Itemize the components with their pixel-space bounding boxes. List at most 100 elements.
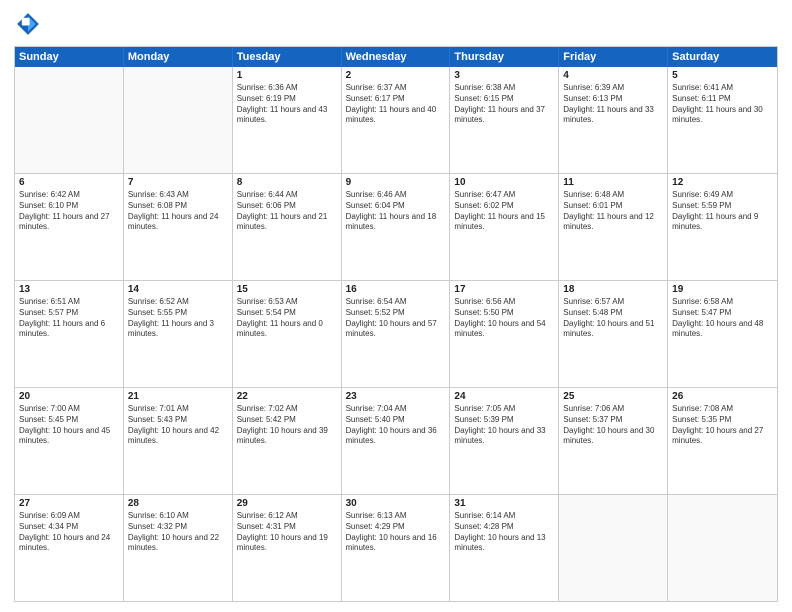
- day-number: 15: [237, 284, 337, 295]
- day-number: 9: [346, 177, 446, 188]
- day-number: 23: [346, 391, 446, 402]
- day-header-thursday: Thursday: [450, 47, 559, 67]
- day-header-sunday: Sunday: [15, 47, 124, 67]
- week-row-1: 1 Sunrise: 6:36 AM Sunset: 6:19 PM Daylig…: [15, 67, 777, 174]
- week-row-3: 13 Sunrise: 6:51 AM Sunset: 5:57 PM Dayli…: [15, 281, 777, 388]
- day-info: Sunrise: 6:51 AM Sunset: 5:57 PM Dayligh…: [19, 297, 119, 340]
- day-cell-16: 16Sunrise: 6:54 AM Sunset: 5:52 PM Dayli…: [342, 281, 451, 387]
- day-info: Sunrise: 6:56 AM Sunset: 5:50 PM Dayligh…: [454, 297, 554, 340]
- day-info: Sunrise: 7:04 AM Sunset: 5:40 PM Dayligh…: [346, 404, 446, 447]
- day-number: 11: [563, 177, 663, 188]
- day-number: 24: [454, 391, 554, 402]
- day-info: Sunrise: 7:01 AM Sunset: 5:43 PM Dayligh…: [128, 404, 228, 447]
- logo: [14, 10, 44, 38]
- day-number: 1: [237, 70, 337, 81]
- day-cell-20: 20 Sunrise: 7:00 AM Sunset: 5:45 PM Dayli…: [15, 388, 124, 494]
- day-info: Sunrise: 6:53 AM Sunset: 5:54 PM Dayligh…: [237, 297, 337, 340]
- day-number: 18: [563, 284, 663, 295]
- calendar: SundayMondayTuesdayWednesdayThursdayFrid…: [14, 46, 778, 602]
- day-cell-31: 31 Sunrise: 6:14 AM Sunset: 4:28 PM Dayli…: [450, 495, 559, 601]
- day-cell-26: 26 Sunrise: 7:08 AM Sunset: 5:35 PM Dayli…: [668, 388, 777, 494]
- logo-icon: [14, 10, 42, 38]
- day-info: Sunrise: 6:57 AM Sunset: 5:48 PM Dayligh…: [563, 297, 663, 340]
- day-info: Sunrise: 7:06 AM Sunset: 5:37 PM Dayligh…: [563, 404, 663, 447]
- day-cell-14: 14 Sunrise: 6:52 AM Sunset: 5:55 PM Dayli…: [124, 281, 233, 387]
- day-info: Sunrise: 6:41 AM Sunset: 6:11 PM Dayligh…: [672, 83, 773, 126]
- day-cell-22: 22 Sunrise: 7:02 AM Sunset: 5:42 PM Dayli…: [233, 388, 342, 494]
- day-info: Sunrise: 6:43 AM Sunset: 6:08 PM Dayligh…: [128, 190, 228, 233]
- day-info: Sunrise: 6:14 AM Sunset: 4:28 PM Dayligh…: [454, 511, 554, 554]
- day-info: Sunrise: 6:12 AM Sunset: 4:31 PM Dayligh…: [237, 511, 337, 554]
- day-cell-30: 30Sunrise: 6:13 AM Sunset: 4:29 PM Dayli…: [342, 495, 451, 601]
- day-cell-5: 5 Sunrise: 6:41 AM Sunset: 6:11 PM Daylig…: [668, 67, 777, 173]
- day-cell-7: 7 Sunrise: 6:43 AM Sunset: 6:08 PM Daylig…: [124, 174, 233, 280]
- day-info: Sunrise: 6:49 AM Sunset: 5:59 PM Dayligh…: [672, 190, 773, 233]
- day-cell-10: 10 Sunrise: 6:47 AM Sunset: 6:02 PM Dayli…: [450, 174, 559, 280]
- page: SundayMondayTuesdayWednesdayThursdayFrid…: [0, 0, 792, 612]
- day-cell-6: 6 Sunrise: 6:42 AM Sunset: 6:10 PM Daylig…: [15, 174, 124, 280]
- day-cell-12: 12 Sunrise: 6:49 AM Sunset: 5:59 PM Dayli…: [668, 174, 777, 280]
- day-cell-3: 3 Sunrise: 6:38 AM Sunset: 6:15 PM Daylig…: [450, 67, 559, 173]
- day-number: 6: [19, 177, 119, 188]
- calendar-header: SundayMondayTuesdayWednesdayThursdayFrid…: [15, 47, 777, 67]
- day-number: 12: [672, 177, 773, 188]
- day-info: Sunrise: 6:42 AM Sunset: 6:10 PM Dayligh…: [19, 190, 119, 233]
- day-info: Sunrise: 6:52 AM Sunset: 5:55 PM Dayligh…: [128, 297, 228, 340]
- day-number: 14: [128, 284, 228, 295]
- day-number: 19: [672, 284, 773, 295]
- day-number: 13: [19, 284, 119, 295]
- day-number: 5: [672, 70, 773, 81]
- day-cell-23: 23 Sunrise: 7:04 AM Sunset: 5:40 PM Dayli…: [342, 388, 451, 494]
- day-number: 20: [19, 391, 119, 402]
- day-number: 7: [128, 177, 228, 188]
- day-info: Sunrise: 6:38 AM Sunset: 6:15 PM Dayligh…: [454, 83, 554, 126]
- week-row-4: 20 Sunrise: 7:00 AM Sunset: 5:45 PM Dayli…: [15, 388, 777, 495]
- empty-cell: [124, 67, 233, 173]
- day-header-saturday: Saturday: [668, 47, 777, 67]
- day-number: 28: [128, 498, 228, 509]
- day-number: 29: [237, 498, 337, 509]
- day-info: Sunrise: 6:36 AM Sunset: 6:19 PM Dayligh…: [237, 83, 337, 126]
- header: [14, 10, 778, 38]
- day-number: 8: [237, 177, 337, 188]
- empty-cell: [559, 495, 668, 601]
- day-cell-15: 15 Sunrise: 6:53 AM Sunset: 5:54 PM Dayli…: [233, 281, 342, 387]
- day-number: 4: [563, 70, 663, 81]
- day-info: Sunrise: 7:00 AM Sunset: 5:45 PM Dayligh…: [19, 404, 119, 447]
- day-info: Sunrise: 6:39 AM Sunset: 6:13 PM Dayligh…: [563, 83, 663, 126]
- day-info: Sunrise: 6:48 AM Sunset: 6:01 PM Dayligh…: [563, 190, 663, 233]
- day-number: 31: [454, 498, 554, 509]
- week-row-2: 6 Sunrise: 6:42 AM Sunset: 6:10 PM Daylig…: [15, 174, 777, 281]
- day-info: Sunrise: 6:13 AM Sunset: 4:29 PM Dayligh…: [346, 511, 446, 554]
- day-cell-13: 13 Sunrise: 6:51 AM Sunset: 5:57 PM Dayli…: [15, 281, 124, 387]
- day-cell-9: 9Sunrise: 6:46 AM Sunset: 6:04 PM Daylig…: [342, 174, 451, 280]
- day-cell-11: 11 Sunrise: 6:48 AM Sunset: 6:01 PM Dayli…: [559, 174, 668, 280]
- day-info: Sunrise: 6:58 AM Sunset: 5:47 PM Dayligh…: [672, 297, 773, 340]
- day-cell-4: 4 Sunrise: 6:39 AM Sunset: 6:13 PM Daylig…: [559, 67, 668, 173]
- day-number: 27: [19, 498, 119, 509]
- day-info: Sunrise: 6:47 AM Sunset: 6:02 PM Dayligh…: [454, 190, 554, 233]
- day-info: Sunrise: 7:08 AM Sunset: 5:35 PM Dayligh…: [672, 404, 773, 447]
- day-header-wednesday: Wednesday: [342, 47, 451, 67]
- day-number: 16: [346, 284, 446, 295]
- day-cell-27: 27Sunrise: 6:09 AM Sunset: 4:34 PM Dayli…: [15, 495, 124, 601]
- day-info: Sunrise: 6:10 AM Sunset: 4:32 PM Dayligh…: [128, 511, 228, 554]
- week-row-5: 27Sunrise: 6:09 AM Sunset: 4:34 PM Dayli…: [15, 495, 777, 601]
- day-cell-8: 8Sunrise: 6:44 AM Sunset: 6:06 PM Daylig…: [233, 174, 342, 280]
- day-number: 3: [454, 70, 554, 81]
- day-number: 22: [237, 391, 337, 402]
- day-cell-21: 21Sunrise: 7:01 AM Sunset: 5:43 PM Dayli…: [124, 388, 233, 494]
- day-number: 26: [672, 391, 773, 402]
- day-number: 25: [563, 391, 663, 402]
- day-number: 2: [346, 70, 446, 81]
- day-header-friday: Friday: [559, 47, 668, 67]
- day-cell-2: 2Sunrise: 6:37 AM Sunset: 6:17 PM Daylig…: [342, 67, 451, 173]
- day-info: Sunrise: 7:02 AM Sunset: 5:42 PM Dayligh…: [237, 404, 337, 447]
- day-header-monday: Monday: [124, 47, 233, 67]
- empty-cell: [15, 67, 124, 173]
- day-cell-29: 29 Sunrise: 6:12 AM Sunset: 4:31 PM Dayli…: [233, 495, 342, 601]
- calendar-body: 1 Sunrise: 6:36 AM Sunset: 6:19 PM Daylig…: [15, 67, 777, 601]
- day-cell-19: 19 Sunrise: 6:58 AM Sunset: 5:47 PM Dayli…: [668, 281, 777, 387]
- day-number: 10: [454, 177, 554, 188]
- day-cell-1: 1 Sunrise: 6:36 AM Sunset: 6:19 PM Daylig…: [233, 67, 342, 173]
